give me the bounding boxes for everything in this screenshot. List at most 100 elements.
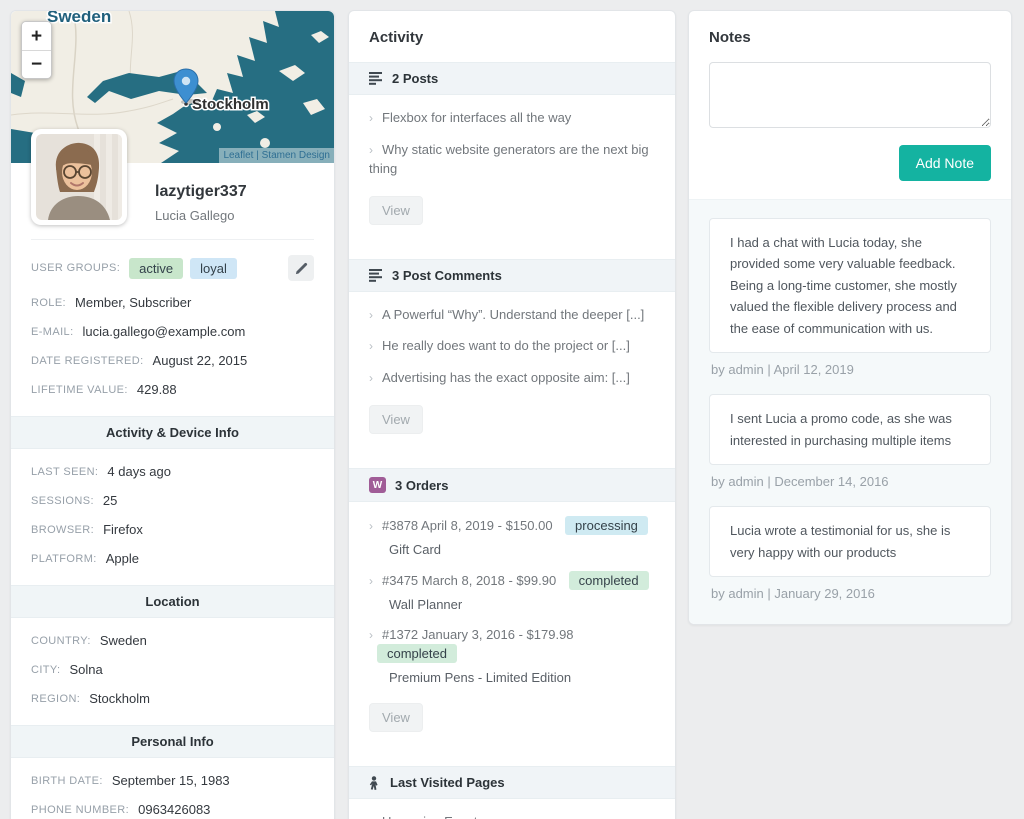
order-item: #1372 January 3, 2016 - $179.98 complete… bbox=[369, 626, 655, 685]
field-user-groups: USER GROUPS: active loyal bbox=[11, 248, 334, 288]
field-value: Apple bbox=[105, 551, 139, 566]
field-value: 4 days ago bbox=[107, 464, 171, 479]
field-label: DATE REGISTERED: bbox=[31, 354, 144, 367]
field-label: REGION: bbox=[31, 692, 81, 705]
field-platform: PLATFORM: Apple bbox=[11, 544, 334, 573]
posts-icon bbox=[369, 72, 382, 85]
user-profile-page: Sweden Stockholm + − Leaflet | Stamen De… bbox=[0, 0, 1024, 819]
identity-block: lazytiger337 Lucia Gallego bbox=[145, 163, 334, 239]
field-label: PHONE NUMBER: bbox=[31, 803, 130, 816]
add-note-button[interactable]: Add Note bbox=[898, 145, 991, 181]
orders-section-title: 3 Orders bbox=[395, 477, 449, 493]
comment-item: A Powerful “Why”. Understand the deeper … bbox=[369, 306, 655, 325]
section-header-personal-info: Personal Info bbox=[11, 725, 334, 758]
posts-list: Flexbox for interfaces all the way Why s… bbox=[349, 95, 675, 247]
view-orders-button[interactable]: View bbox=[369, 703, 423, 733]
notes-panel-title: Notes bbox=[709, 29, 751, 46]
order-status-badge: completed bbox=[377, 644, 457, 664]
field-label: USER GROUPS: bbox=[31, 262, 121, 274]
field-value: Firefox bbox=[103, 522, 143, 537]
field-label: BIRTH DATE: bbox=[31, 774, 103, 787]
field-city: CITY: Solna bbox=[11, 655, 334, 684]
posts-section-header: 2 Posts bbox=[349, 62, 675, 95]
visited-pages-list: Upcoming Events CSS Online Course Shop M… bbox=[349, 799, 675, 819]
field-sessions: SESSIONS: 25 bbox=[11, 486, 334, 515]
order-product: Gift Card bbox=[389, 542, 442, 558]
field-value: 25 bbox=[102, 493, 118, 508]
note-text: Lucia wrote a testimonial for us, she is… bbox=[709, 506, 991, 577]
order-item: #3878 April 8, 2019 - $150.00 processing… bbox=[369, 516, 655, 557]
view-posts-button[interactable]: View bbox=[369, 195, 423, 225]
comments-section-header: 3 Post Comments bbox=[349, 258, 675, 292]
field-value: Sweden bbox=[99, 633, 147, 648]
woocommerce-icon: W bbox=[369, 477, 386, 494]
activity-card: Activity 2 Posts Flexbox for interfaces … bbox=[348, 10, 676, 819]
field-phone-number: PHONE NUMBER: 0963426083 bbox=[11, 795, 334, 819]
map-city-label: Stockholm bbox=[192, 96, 269, 113]
order-line: #3475 March 8, 2018 - $99.90 bbox=[369, 573, 556, 588]
new-note-input[interactable] bbox=[709, 62, 991, 128]
notes-list: I had a chat with Lucia today, she provi… bbox=[689, 199, 1011, 624]
field-email: E-MAIL: lucia.gallego@example.com bbox=[11, 317, 334, 346]
section-header-location: Location bbox=[11, 585, 334, 618]
activity-panel-title: Activity bbox=[369, 29, 424, 46]
map-attribution[interactable]: Leaflet | Stamen Design bbox=[219, 148, 334, 163]
user-group-badge: loyal bbox=[190, 257, 237, 279]
field-region: REGION: Stockholm bbox=[11, 684, 334, 713]
comment-item: He really does want to do the project or… bbox=[369, 337, 655, 356]
visitor-icon bbox=[369, 775, 378, 790]
comments-section-title: 3 Post Comments bbox=[392, 267, 502, 283]
section-header-activity-device: Activity & Device Info bbox=[11, 416, 334, 449]
field-label: SESSIONS: bbox=[31, 494, 94, 507]
edit-user-groups-button[interactable] bbox=[288, 255, 314, 281]
orders-list: #3878 April 8, 2019 - $150.00 processing… bbox=[349, 502, 675, 754]
field-birth-date: BIRTH DATE: September 15, 1983 bbox=[11, 766, 334, 795]
field-last-seen: LAST SEEN: 4 days ago bbox=[11, 457, 334, 486]
full-name: Lucia Gallego bbox=[155, 208, 235, 223]
view-comments-button[interactable]: View bbox=[369, 405, 423, 435]
post-item: Flexbox for interfaces all the way bbox=[369, 109, 655, 128]
map-zoom-in-button[interactable]: + bbox=[22, 22, 51, 50]
note-text: I had a chat with Lucia today, she provi… bbox=[709, 218, 991, 354]
comments-list: A Powerful “Why”. Understand the deeper … bbox=[349, 292, 675, 457]
field-browser: BROWSER: Firefox bbox=[11, 515, 334, 544]
pencil-icon bbox=[295, 262, 307, 274]
profile-card: Sweden Stockholm + − Leaflet | Stamen De… bbox=[10, 10, 335, 819]
visited-page-item: Upcoming Events bbox=[369, 813, 655, 819]
field-label: LIFETIME VALUE: bbox=[31, 383, 128, 396]
note-text: I sent Lucia a promo code, as she was in… bbox=[709, 394, 991, 466]
order-line: #3878 April 8, 2019 - $150.00 bbox=[369, 518, 553, 533]
field-label: ROLE: bbox=[31, 296, 67, 309]
posts-section-title: 2 Posts bbox=[392, 71, 439, 86]
map-country-label: Sweden bbox=[47, 11, 111, 26]
orders-section-header: W 3 Orders bbox=[349, 468, 675, 503]
field-country: COUNTRY: Sweden bbox=[11, 626, 334, 655]
order-line: #1372 January 3, 2016 - $179.98 bbox=[369, 627, 574, 642]
map-zoom-out-button[interactable]: − bbox=[22, 50, 51, 78]
note-meta: by admin | April 12, 2019 bbox=[711, 362, 854, 378]
field-value: lucia.gallego@example.com bbox=[82, 324, 246, 339]
note-meta: by admin | January 29, 2016 bbox=[711, 585, 875, 601]
field-value: August 22, 2015 bbox=[152, 353, 248, 368]
user-group-badge: active bbox=[129, 257, 184, 279]
post-item: Why static website generators are the ne… bbox=[369, 141, 655, 179]
field-label: LAST SEEN: bbox=[31, 465, 99, 478]
field-label: BROWSER: bbox=[31, 523, 95, 536]
field-role: ROLE: Member, Subscriber bbox=[11, 288, 334, 317]
location-rows: COUNTRY: Sweden CITY: Solna REGION: Stoc… bbox=[11, 618, 334, 719]
field-value: 429.88 bbox=[136, 382, 177, 397]
map-zoom-control: + − bbox=[21, 21, 52, 79]
comments-icon bbox=[369, 268, 382, 282]
field-label: E-MAIL: bbox=[31, 325, 74, 338]
field-label: PLATFORM: bbox=[31, 552, 97, 565]
order-product: Wall Planner bbox=[389, 597, 463, 613]
profile-details: USER GROUPS: active loyal ROLE: Member, … bbox=[11, 240, 334, 410]
avatar bbox=[31, 129, 127, 225]
comment-item: Advertising has the exact opposite aim: … bbox=[369, 369, 655, 388]
field-value: 0963426083 bbox=[138, 802, 211, 817]
order-status-badge: completed bbox=[568, 571, 649, 591]
field-label: CITY: bbox=[31, 663, 61, 676]
username: lazytiger337 bbox=[155, 183, 247, 200]
field-label: COUNTRY: bbox=[31, 634, 91, 647]
order-status-badge: processing bbox=[565, 516, 648, 536]
